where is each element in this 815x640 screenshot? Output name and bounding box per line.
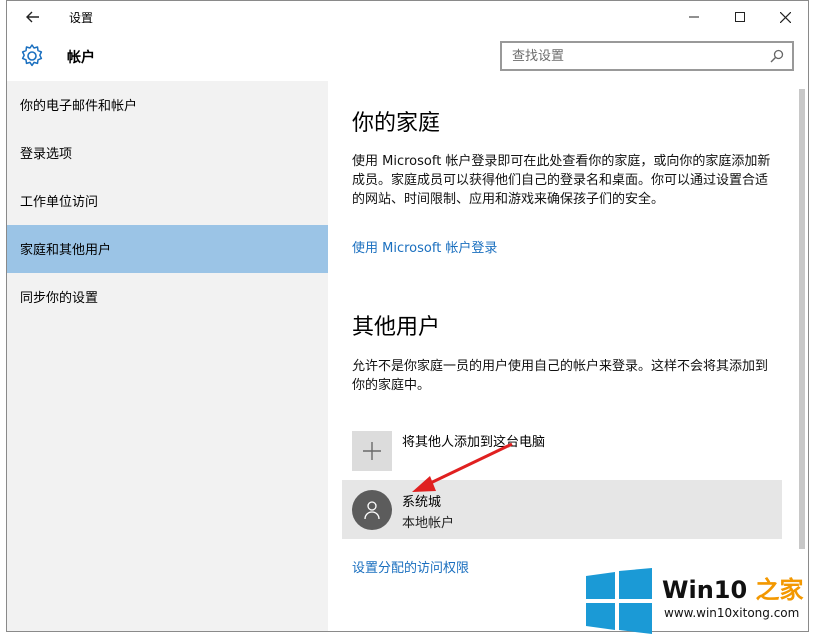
sidebar-item-family-other-users[interactable]: 家庭和其他用户	[7, 225, 328, 273]
watermark-url: www.win10xitong.com	[664, 606, 800, 620]
settings-window: 设置 帐户 你的电子邮件和帐户 登录选项 工作单位访问 家庭和其他用户 同步	[6, 0, 809, 632]
scrollbar[interactable]	[796, 81, 808, 631]
family-description: 使用 Microsoft 帐户登录即可在此处查看你的家庭，或向你的家庭添加新成员…	[352, 154, 771, 207]
user-name: 系统城	[402, 495, 442, 510]
back-arrow-icon	[26, 11, 39, 23]
plus-icon	[363, 442, 381, 460]
window-title: 设置	[69, 11, 94, 25]
person-icon	[364, 501, 380, 520]
assigned-access-link[interactable]: 设置分配的访问权限	[352, 557, 469, 576]
add-user-label[interactable]: 将其他人添加到这台电脑	[402, 431, 545, 450]
maximize-icon	[735, 12, 745, 22]
page-header: 帐户	[7, 33, 808, 81]
sidebar-item-sync-settings[interactable]: 同步你的设置	[7, 273, 328, 321]
user-account-item[interactable]: 系统城 本地帐户	[342, 480, 782, 539]
close-icon	[779, 11, 791, 23]
watermark-brand-name: Win10	[662, 576, 748, 604]
watermark-logo: Win10 之家 www.win10xitong.com	[578, 566, 815, 640]
minimize-icon	[689, 16, 699, 18]
sidebar-item-email-accounts[interactable]: 你的电子邮件和帐户	[7, 81, 328, 129]
other-users-heading: 其他用户	[352, 315, 441, 340]
watermark-brand: Win10 之家	[662, 570, 804, 605]
other-users-description: 允许不是你家庭一员的用户使用自己的帐户来登录。这样不会将其添加到你的家庭中。	[352, 359, 769, 393]
sidebar-item-work-access[interactable]: 工作单位访问	[7, 177, 328, 225]
back-button[interactable]	[19, 6, 47, 28]
search-icon	[770, 49, 784, 63]
minimize-button[interactable]	[671, 1, 717, 33]
title-bar: 设置	[7, 1, 808, 33]
scrollbar-thumb[interactable]	[799, 89, 805, 549]
page-title: 帐户	[67, 50, 95, 66]
user-account-type: 本地帐户	[402, 516, 455, 531]
close-button[interactable]	[762, 1, 808, 33]
gear-icon	[21, 44, 43, 67]
search-input[interactable]	[502, 43, 762, 69]
main-content: 你的家庭 使用 Microsoft 帐户登录即可在此处查看你的家庭，或向你的家庭…	[328, 81, 808, 631]
search-box[interactable]	[500, 41, 794, 71]
watermark-brand-suffix: 之家	[755, 576, 804, 604]
microsoft-signin-link[interactable]: 使用 Microsoft 帐户登录	[352, 237, 497, 256]
sidebar-item-sign-in-options[interactable]: 登录选项	[7, 129, 328, 177]
maximize-button[interactable]	[717, 1, 763, 33]
sidebar: 你的电子邮件和帐户 登录选项 工作单位访问 家庭和其他用户 同步你的设置	[7, 81, 328, 631]
family-heading: 你的家庭	[352, 111, 441, 136]
windows-logo-icon	[586, 568, 652, 634]
avatar	[352, 490, 392, 530]
add-user-button[interactable]	[352, 431, 392, 471]
